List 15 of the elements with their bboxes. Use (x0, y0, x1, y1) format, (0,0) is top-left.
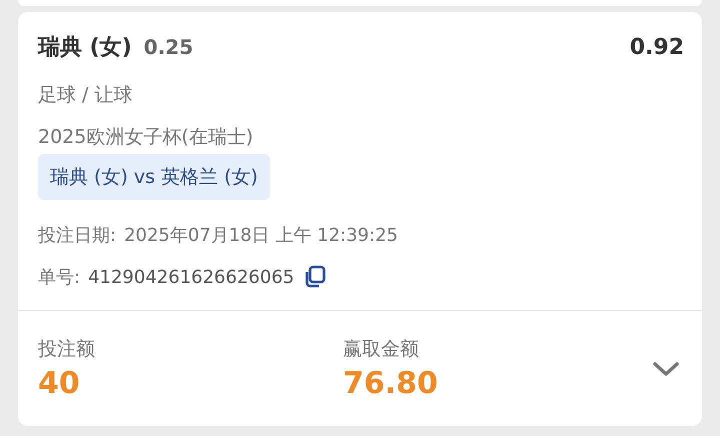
winnings-label: 赢取金额 (343, 337, 420, 362)
selection-name: 瑞典 (女) (38, 34, 132, 62)
stake-amount: 40 (38, 366, 81, 401)
winnings-amount: 76.80 (343, 366, 439, 401)
stake-label: 投注额 (38, 337, 96, 362)
sport-market: 足球 / 让球 (38, 84, 134, 106)
league-name: 2025欧洲女子杯(在瑞士) (38, 126, 254, 148)
match-tag: 瑞典 (女) vs 英格兰 (女) (38, 154, 270, 200)
ticket-label: 单号: (38, 266, 80, 289)
date-label: 投注日期: (38, 224, 116, 247)
chevron-icon[interactable] (652, 360, 680, 378)
ticket-number: 412904261626626065 (88, 266, 294, 288)
odds-value: 0.92 (630, 34, 684, 60)
bet-date: 2025年07月18日 上午 12:39:25 (124, 224, 398, 247)
handicap-value: 0.25 (144, 35, 194, 59)
